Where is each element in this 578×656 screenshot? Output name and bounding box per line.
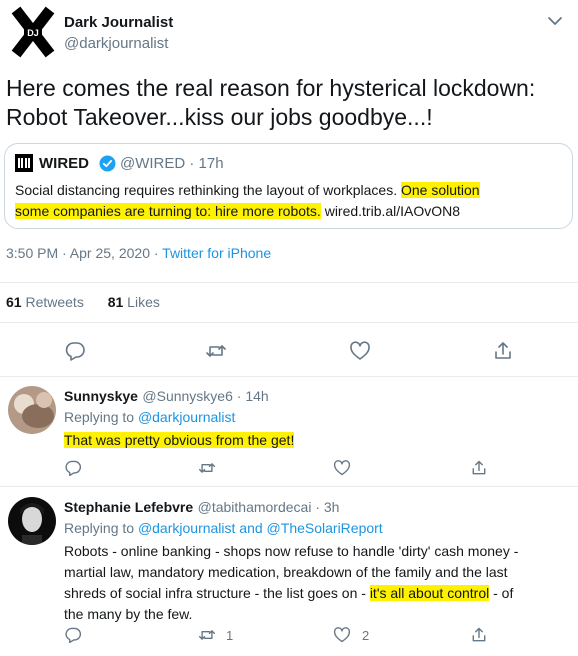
replying-to-link[interactable]: @darkjournalist — [138, 409, 235, 425]
like-icon[interactable] — [333, 626, 351, 644]
wired-logo-icon — [15, 154, 33, 172]
reply-icon[interactable] — [64, 459, 82, 477]
tweet-text-line: Robot Takeover...kiss our jobs goodbye..… — [6, 104, 433, 130]
retweet-count: 61 — [6, 294, 22, 310]
dj-logo-icon: DJ — [8, 6, 58, 58]
likes-stat[interactable]: 81 Likes — [108, 294, 160, 310]
reply-icon[interactable] — [64, 340, 86, 362]
tweet-text: Here comes the real reason for hysterica… — [6, 74, 566, 132]
tweet-stats: 61 Retweets 81 Likes — [6, 294, 160, 310]
quote-author-handle: @WIRED · 17h — [120, 155, 224, 172]
reply-author-name[interactable]: Sunnyskye — [64, 388, 138, 404]
author-name[interactable]: Dark Journalist — [64, 14, 173, 31]
replying-to-link[interactable]: @darkjournalist and @TheSolariReport — [138, 520, 383, 536]
verified-badge-icon — [99, 155, 116, 172]
avatar-photo — [8, 497, 56, 545]
divider — [0, 376, 578, 377]
retweet-label: Retweets — [21, 294, 84, 310]
reply-header: Stephanie Lefebvre @tabithamordecai · 3h — [64, 499, 339, 517]
reply-text: That was pretty obvious from the get! — [64, 430, 295, 451]
reply-author-handle[interactable]: @tabithamordecai · 3h — [198, 499, 340, 515]
reply-author-handle[interactable]: @Sunnyskye6 · 14h — [142, 388, 268, 404]
tweet-meta: 3:50 PM · Apr 25, 2020 · Twitter for iPh… — [6, 245, 271, 261]
tweet-timestamp[interactable]: 3:50 PM · Apr 25, 2020 · — [6, 245, 162, 261]
retweets-stat[interactable]: 61 Retweets — [6, 294, 84, 310]
reply-icon[interactable] — [64, 626, 82, 644]
retweet-count: 1 — [226, 628, 234, 643]
share-icon[interactable] — [492, 340, 514, 362]
replying-to: Replying to @darkjournalist — [64, 409, 235, 425]
reply-author-name[interactable]: Stephanie Lefebvre — [64, 499, 193, 515]
replying-to-prefix: Replying to — [64, 409, 138, 425]
reply-text-segment: shreds of social infra structure - the l… — [64, 585, 370, 601]
like-count: 2 — [362, 628, 370, 643]
reply-text: Robots - online banking - shops now refu… — [64, 541, 574, 625]
reply-text-segment: - of — [489, 585, 514, 601]
quote-link[interactable]: wired.trib.al/IAOvON8 — [321, 203, 460, 219]
reply-text-line: shreds of social infra structure - the l… — [64, 583, 574, 604]
reply-avatar[interactable] — [8, 386, 56, 434]
highlighted-text: That was pretty obvious from the get! — [64, 432, 295, 448]
chevron-down-icon[interactable] — [546, 12, 564, 30]
retweet-icon[interactable] — [205, 340, 227, 362]
author-avatar[interactable]: DJ — [8, 6, 58, 58]
retweet-icon[interactable] — [198, 626, 216, 644]
highlighted-text: some companies are turning to: hire more… — [15, 203, 321, 219]
reply-text-line: the many by the few. — [64, 606, 193, 622]
share-icon[interactable] — [470, 459, 488, 477]
quote-text-plain: Social distancing requires rethinking th… — [15, 182, 401, 198]
like-icon[interactable] — [349, 340, 371, 362]
like-icon[interactable] — [333, 459, 351, 477]
highlighted-text: it's all about control — [369, 585, 490, 601]
avatar-photo — [8, 386, 56, 434]
replying-to-prefix: Replying to — [64, 520, 138, 536]
reply-text-line: Robots - online banking - shops now refu… — [64, 543, 519, 559]
divider — [0, 322, 578, 323]
like-label: Likes — [123, 294, 160, 310]
quote-author-name: WIRED — [39, 155, 89, 172]
quote-text: Social distancing requires rethinking th… — [15, 180, 567, 222]
like-count: 81 — [107, 294, 124, 310]
retweet-icon[interactable] — [198, 459, 216, 477]
author-handle[interactable]: @darkjournalist — [64, 35, 168, 52]
divider — [0, 486, 578, 487]
quoted-tweet[interactable]: WIRED @WIRED · 17h Social distancing req… — [4, 143, 573, 229]
reply-avatar[interactable] — [8, 497, 56, 545]
reply-text-line: martial law, mandatory medication, break… — [64, 564, 508, 580]
divider — [0, 282, 578, 283]
tweet-source[interactable]: Twitter for iPhone — [162, 245, 271, 261]
share-icon[interactable] — [470, 626, 488, 644]
replying-to: Replying to @darkjournalist and @TheSola… — [64, 520, 383, 536]
tweet-text-line: Here comes the real reason for hysterica… — [6, 75, 536, 101]
highlighted-text: One solution — [400, 182, 480, 198]
svg-text:DJ: DJ — [27, 28, 39, 38]
reply-header: Sunnyskye @Sunnyskye6 · 14h — [64, 388, 269, 406]
